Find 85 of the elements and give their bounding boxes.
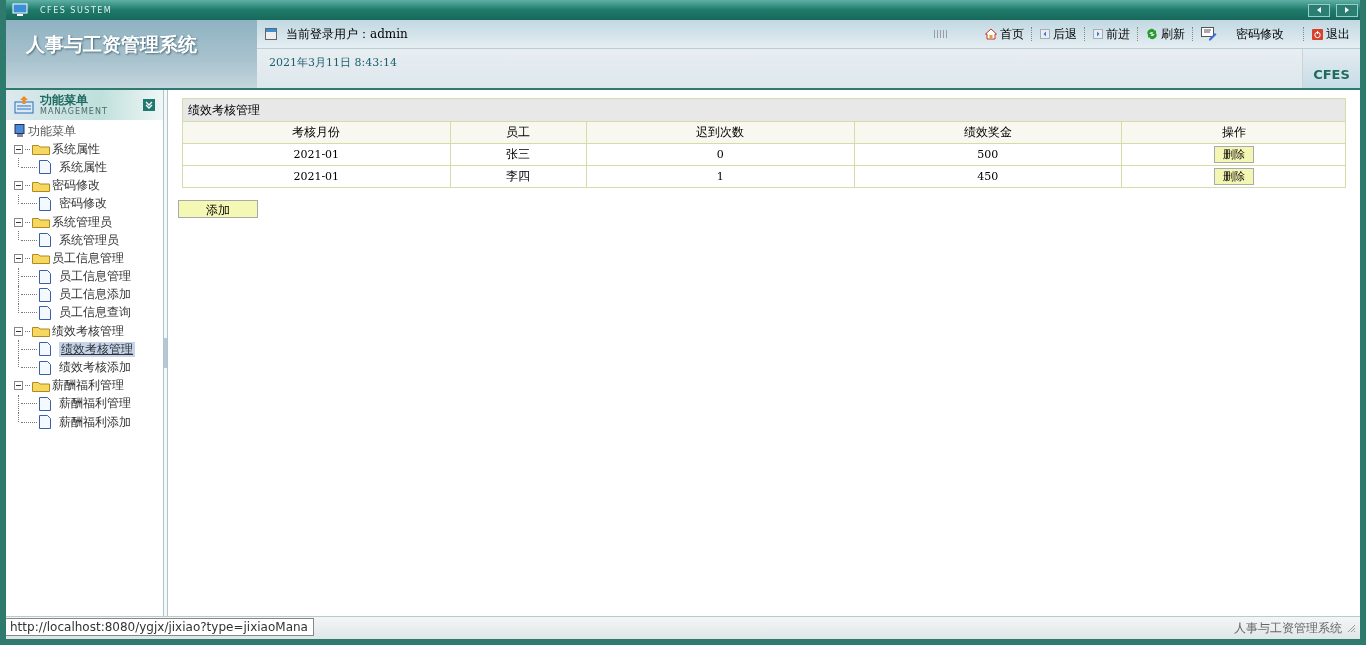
app-title: 人事与工资管理系统 — [26, 32, 197, 57]
table-cell: 2021-01 — [182, 165, 451, 188]
toolbar-button[interactable]: 密码修改 — [1199, 25, 1298, 43]
menu-subtitle: MANAGEMENT — [40, 108, 108, 116]
tree-folder[interactable]: 系统管理员 — [52, 214, 112, 230]
tree-item[interactable]: 薪酬福利添加 — [59, 414, 131, 430]
column-header: 迟到次数 — [586, 121, 855, 144]
current-user-label: 当前登录用户：admin — [286, 25, 408, 43]
add-button[interactable]: 添加 — [178, 200, 258, 218]
home-icon — [985, 28, 997, 40]
column-header: 员工 — [450, 121, 587, 144]
tree-item[interactable]: 员工信息管理 — [59, 269, 131, 285]
tree-folder[interactable]: 密码修改 — [52, 178, 100, 194]
document-icon — [39, 196, 51, 211]
collapse-button[interactable] — [143, 99, 155, 111]
folder-icon — [32, 379, 50, 392]
folder-icon — [32, 143, 50, 156]
date-time: 2021年3月11日 8:43:14 — [269, 55, 397, 70]
status-text: 人事与工资管理系统 — [1234, 619, 1342, 637]
table-cell: 2021-01 — [182, 143, 451, 166]
scroll-right-button[interactable] — [1336, 3, 1358, 17]
tree-item[interactable]: 系统管理员 — [59, 232, 119, 248]
table-cell: 李四 — [450, 165, 587, 188]
delete-button[interactable]: 删除 — [1213, 146, 1254, 163]
brand-logo: CFES — [1302, 49, 1360, 88]
expander-toggle[interactable] — [14, 253, 23, 263]
expander-toggle[interactable] — [14, 181, 23, 191]
table-cell: 1 — [586, 165, 855, 188]
tree-folder[interactable]: 员工信息管理 — [52, 250, 124, 266]
monitor-icon — [12, 3, 28, 17]
tree-folder[interactable]: 薪酬福利管理 — [52, 378, 124, 394]
toolbar-button[interactable]: 前进 — [1091, 25, 1132, 43]
table-cell: 500 — [854, 143, 1122, 166]
tree-item[interactable]: 薪酬福利管理 — [59, 396, 131, 412]
tree-folder[interactable]: 系统属性 — [52, 141, 100, 157]
expander-toggle[interactable] — [14, 217, 23, 227]
document-icon — [39, 269, 51, 284]
folder-icon — [32, 179, 50, 192]
tree-item[interactable]: 绩效考核添加 — [59, 360, 131, 376]
left-triangle-icon — [1316, 7, 1322, 13]
table-cell: 450 — [854, 165, 1122, 188]
column-header: 操作 — [1121, 121, 1346, 144]
document-icon — [39, 396, 51, 411]
menu-box-icon — [14, 96, 34, 114]
toolbar-button[interactable]: 刷新 — [1144, 25, 1187, 43]
tree-item[interactable]: 密码修改 — [59, 196, 107, 212]
expander-toggle[interactable] — [14, 144, 23, 154]
scroll-left-button[interactable] — [1308, 3, 1330, 17]
tree-item[interactable]: 绩效考核管理 — [59, 341, 135, 357]
folder-icon — [32, 216, 50, 229]
document-icon — [39, 233, 51, 248]
document-icon — [39, 342, 51, 357]
tree-item[interactable]: 员工信息查询 — [59, 305, 131, 321]
document-icon — [39, 415, 51, 430]
window-icon — [265, 28, 277, 40]
folder-icon — [32, 252, 50, 265]
tree-item[interactable]: 员工信息添加 — [59, 287, 131, 303]
column-header: 考核月份 — [182, 121, 451, 144]
tree-item[interactable]: 系统属性 — [59, 159, 107, 175]
document-icon — [39, 360, 51, 375]
power-icon — [1312, 28, 1323, 40]
column-header: 绩效奖金 — [854, 121, 1122, 144]
folder-icon — [32, 325, 50, 338]
table-cell: 0 — [586, 143, 855, 166]
menu-title: 功能菜单 — [40, 94, 89, 106]
table-title: 绩效考核管理 — [182, 98, 1346, 122]
table-cell: 张三 — [450, 143, 587, 166]
document-icon — [39, 160, 51, 175]
document-icon — [39, 305, 51, 320]
resize-grip-icon — [1346, 623, 1356, 633]
refresh-icon — [1146, 28, 1158, 40]
expander-toggle[interactable] — [14, 326, 23, 336]
tree-root: 功能菜单 — [28, 123, 76, 139]
tree-folder[interactable]: 绩效考核管理 — [52, 323, 124, 339]
window-title: CFES SUSTEM — [40, 5, 113, 15]
computer-icon — [14, 124, 26, 139]
expander-toggle[interactable] — [14, 381, 23, 391]
link-tooltip: http://localhost:8080/ygjx/jixiao?type=jixiaoMana — [6, 618, 314, 636]
document-icon — [39, 287, 51, 302]
toolbar-button[interactable]: 后退 — [1038, 25, 1079, 43]
toolbar-button[interactable]: 首页 — [983, 25, 1026, 43]
delete-button[interactable]: 删除 — [1213, 168, 1254, 185]
right-triangle-icon — [1344, 7, 1350, 13]
note-pencil-icon — [1201, 27, 1217, 41]
toolbar-button[interactable]: 退出 — [1310, 25, 1352, 43]
